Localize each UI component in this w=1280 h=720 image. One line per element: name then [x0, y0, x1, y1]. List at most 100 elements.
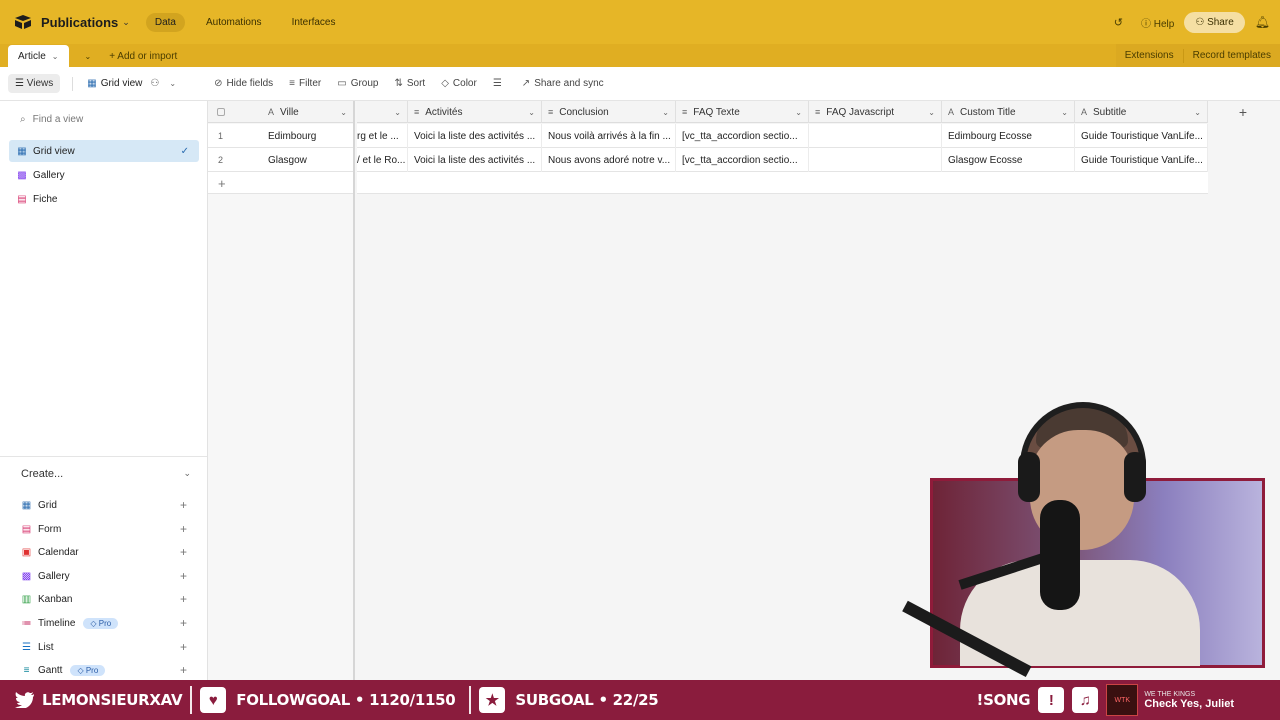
- chevron-down-icon[interactable]: ⌄: [85, 52, 92, 61]
- table-cell[interactable]: Edimbourg Ecosse: [942, 124, 1075, 148]
- table-cell[interactable]: Voici la liste des activités ...: [408, 148, 542, 172]
- filter-icon: ≡: [289, 78, 295, 89]
- create-kanban[interactable]: ▥ Kanban +: [21, 590, 189, 608]
- chevron-down-icon[interactable]: ⌄: [183, 468, 191, 480]
- column-header-ville[interactable]: A Ville ⌄: [262, 101, 353, 123]
- color-button[interactable]: ◇ Color: [441, 78, 477, 89]
- column-header-partial[interactable]: ⌄: [357, 101, 408, 123]
- table-cell[interactable]: rg et le ...: [357, 124, 408, 148]
- column-header-label: Conclusion: [559, 106, 609, 118]
- cell-ville[interactable]: Glasgow: [262, 148, 353, 172]
- create-calendar[interactable]: ▣ Calendar +: [21, 543, 189, 561]
- create-grid[interactable]: ▦ Grid +: [21, 496, 189, 514]
- add-record-button[interactable]: +: [208, 172, 353, 194]
- history-icon[interactable]: ↺: [1114, 16, 1123, 29]
- extensions-button[interactable]: Extensions: [1116, 50, 1183, 61]
- chevron-down-icon[interactable]: ⌄: [394, 108, 401, 117]
- chevron-down-icon[interactable]: ⌄: [340, 108, 347, 117]
- table-row[interactable]: 1 Edimbourg: [208, 124, 353, 148]
- chevron-down-icon[interactable]: ⌄: [1194, 108, 1201, 117]
- nav-automations[interactable]: Automations: [197, 13, 271, 32]
- column-header-custom-title[interactable]: A Custom Title ⌄: [942, 101, 1075, 123]
- find-view-search[interactable]: ⌕ Find a view: [20, 114, 83, 125]
- airtable-logo-icon[interactable]: [14, 14, 32, 30]
- nav-data[interactable]: Data: [145, 12, 185, 32]
- chevron-down-icon[interactable]: ⌄: [1061, 108, 1068, 117]
- plus-icon[interactable]: +: [180, 616, 187, 630]
- help-button[interactable]: ⓘ Help: [1141, 15, 1174, 30]
- table-row[interactable]: 2 Glasgow: [208, 148, 353, 172]
- sort-icon: ⇅: [394, 78, 403, 89]
- table-tab-article[interactable]: Article ⌄: [8, 45, 69, 67]
- create-section-header[interactable]: Create... ⌄: [21, 468, 191, 480]
- plus-icon[interactable]: +: [180, 522, 187, 536]
- table-cell[interactable]: / et le Ro...: [357, 148, 408, 172]
- table-tab-bar: Article ⌄ ⌄ + Add or import Extensions R…: [0, 44, 1280, 67]
- select-all-checkbox[interactable]: [208, 101, 262, 122]
- table-cell[interactable]: Voici la liste des activités ...: [408, 124, 542, 148]
- column-header-conclusion[interactable]: ≡ Conclusion ⌄: [542, 101, 676, 123]
- chevron-down-icon[interactable]: ⌄: [52, 52, 59, 61]
- add-field-button[interactable]: +: [1228, 101, 1258, 123]
- table-cell[interactable]: Nous avons adoré notre v...: [542, 148, 676, 172]
- create-item-label: List: [38, 641, 54, 653]
- chevron-down-icon[interactable]: ⌄: [528, 108, 535, 117]
- chevron-down-icon[interactable]: ⌄: [169, 79, 176, 88]
- text-field-icon: A: [1081, 107, 1088, 117]
- share-sync-button[interactable]: ↗ Share and sync: [522, 78, 604, 89]
- table-cell[interactable]: Guide Touristique VanLife...: [1075, 148, 1208, 172]
- column-header-subtitle[interactable]: A Subtitle ⌄: [1075, 101, 1208, 123]
- table-cell[interactable]: [809, 148, 942, 172]
- table-cell[interactable]: [809, 124, 942, 148]
- plus-icon[interactable]: +: [180, 545, 187, 559]
- add-record-row[interactable]: [357, 172, 1208, 194]
- plus-icon[interactable]: +: [180, 592, 187, 606]
- chevron-down-icon[interactable]: ⌄: [928, 108, 935, 117]
- group-button[interactable]: ▭ Group: [337, 78, 378, 89]
- plus-icon[interactable]: +: [180, 569, 187, 583]
- chevron-down-icon[interactable]: ⌄: [122, 17, 130, 28]
- plus-icon[interactable]: +: [180, 498, 187, 512]
- add-or-import-button[interactable]: + Add or import: [109, 51, 177, 62]
- create-form[interactable]: ▤ Form +: [21, 520, 189, 538]
- create-gallery[interactable]: ▩ Gallery +: [21, 567, 189, 585]
- table-cell[interactable]: Nous voilà arrivés à la fin ...: [542, 124, 676, 148]
- sidebar-view-gallery[interactable]: ▩ Gallery: [9, 164, 199, 186]
- column-header-activites[interactable]: ≡ Activités ⌄: [408, 101, 542, 123]
- row-height-button[interactable]: ☰: [493, 78, 506, 89]
- share-button[interactable]: ⚇ Share: [1184, 11, 1245, 33]
- create-list[interactable]: ☰ List +: [21, 638, 189, 656]
- table-row[interactable]: / et le Ro... Voici la liste des activit…: [357, 148, 1208, 172]
- plus-icon[interactable]: +: [180, 640, 187, 654]
- table-cell[interactable]: Guide Touristique VanLife...: [1075, 124, 1208, 148]
- help-label: Help: [1153, 18, 1175, 30]
- cell-ville[interactable]: Edimbourg: [262, 124, 353, 148]
- gantt-icon: ≡: [23, 664, 30, 676]
- create-gantt[interactable]: ≡ Gantt ◇ Pro +: [21, 661, 189, 679]
- record-templates-button[interactable]: Record templates: [1184, 50, 1280, 61]
- filter-button[interactable]: ≡ Filter: [289, 78, 321, 89]
- chevron-down-icon[interactable]: ⌄: [795, 108, 802, 117]
- nav-interfaces[interactable]: Interfaces: [283, 13, 345, 32]
- sort-button[interactable]: ⇅ Sort: [394, 78, 425, 89]
- plus-icon[interactable]: +: [180, 663, 187, 677]
- hide-fields-button[interactable]: ⊘ Hide fields: [214, 78, 273, 89]
- table-cell[interactable]: [vc_tta_accordion sectio...: [676, 148, 809, 172]
- chevron-down-icon[interactable]: ⌄: [662, 108, 669, 117]
- long-text-icon: ≡: [414, 107, 420, 117]
- base-name[interactable]: Publications: [41, 15, 118, 30]
- column-header-faq-texte[interactable]: ≡ FAQ Texte ⌄: [676, 101, 809, 123]
- sidebar-view-fiche[interactable]: ▤ Fiche: [9, 188, 199, 210]
- views-toggle-button[interactable]: ☰ Views: [8, 74, 61, 93]
- current-view-button[interactable]: ▦ Grid view ⚇ ⌄: [87, 78, 198, 89]
- create-timeline[interactable]: ≔ Timeline ◇ Pro +: [21, 614, 189, 632]
- table-row[interactable]: rg et le ... Voici la liste des activité…: [357, 124, 1208, 148]
- bell-icon[interactable]: 🔔︎: [1255, 15, 1270, 29]
- share-label: Share: [1207, 16, 1234, 28]
- table-cell[interactable]: [vc_tta_accordion sectio...: [676, 124, 809, 148]
- exclamation-icon: !: [1038, 687, 1065, 713]
- column-header-faq-javascript[interactable]: ≡ FAQ Javascript ⌄: [809, 101, 942, 123]
- sidebar-view-grid[interactable]: ▦ Grid view ✓: [9, 140, 199, 162]
- table-cell[interactable]: Glasgow Ecosse: [942, 148, 1075, 172]
- now-playing-title: Check Yes, Juliet: [1144, 697, 1234, 710]
